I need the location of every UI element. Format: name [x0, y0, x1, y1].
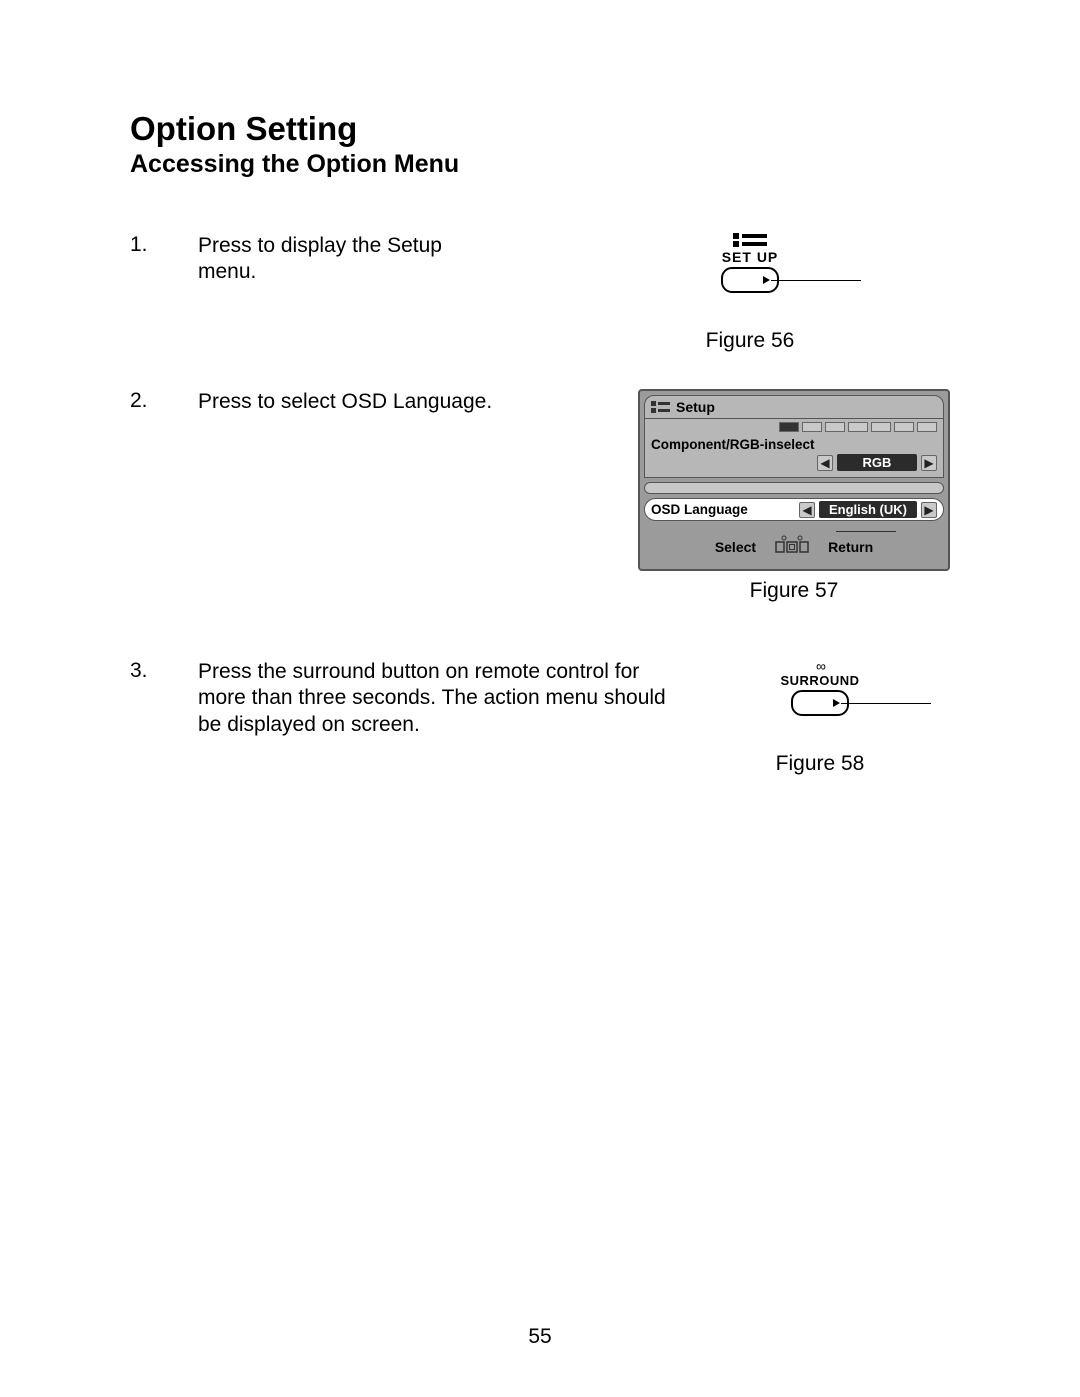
list-item: 1. Press to display the Setup menu.: [130, 233, 550, 286]
osd-row-component: Component/RGB-inselect ◀ RGB ▶: [644, 434, 944, 478]
page-number: 55: [528, 1325, 551, 1349]
chevron-right-icon: ▶: [921, 502, 937, 518]
osd-setup-panel: Setup Component/RGB-inselect ◀ RGB: [638, 389, 950, 571]
osd-header: Setup: [644, 395, 944, 419]
list-icon: [733, 233, 767, 247]
osd-tab: [917, 422, 937, 432]
list-icon: [651, 401, 670, 413]
osd-row-label: Component/RGB-inselect: [651, 437, 937, 452]
osd-nav-return-label: Return: [828, 539, 873, 555]
figure-caption: Figure 58: [690, 752, 950, 776]
dpad-icon: [770, 531, 814, 563]
osd-nav-hint: Select Return: [644, 525, 944, 565]
osd-row-value: RGB: [837, 454, 917, 471]
osd-tab-strip: [644, 419, 944, 434]
osd-tab: [848, 422, 868, 432]
osd-row-label: OSD Language: [651, 502, 748, 517]
step-text: Press the surround button on remote cont…: [198, 659, 678, 738]
osd-row-value: English (UK): [819, 501, 917, 518]
setup-button-label: SET UP: [721, 249, 779, 265]
step-number: 3.: [130, 659, 198, 683]
figure-caption: Figure 56: [550, 329, 950, 353]
step-number: 2.: [130, 389, 198, 413]
step-text: Press to display the Setup menu.: [198, 233, 488, 286]
chevron-left-icon: ◀: [817, 455, 833, 471]
chevron-right-icon: ▶: [921, 455, 937, 471]
osd-tab: [779, 422, 799, 432]
osd-tab: [894, 422, 914, 432]
osd-header-title: Setup: [676, 399, 715, 415]
infinity-icon: ∞: [780, 659, 859, 673]
figure-caption: Figure 57: [638, 579, 950, 603]
list-item: 2. Press to select OSD Language.: [130, 389, 550, 415]
osd-nav-select-label: Select: [715, 539, 756, 555]
page-title: Option Setting: [130, 110, 950, 148]
step-text: Press to select OSD Language.: [198, 389, 492, 415]
list-item: 3. Press the surround button on remote c…: [130, 659, 690, 738]
page-subtitle: Accessing the Option Menu: [130, 150, 950, 179]
osd-row-language: OSD Language ◀ English (UK) ▶: [644, 498, 944, 521]
surround-button-figure: ∞ SURROUND: [780, 659, 859, 716]
osd-tab: [802, 422, 822, 432]
osd-tab: [825, 422, 845, 432]
setup-button-figure: SET UP: [721, 233, 779, 293]
surround-button-label: SURROUND: [780, 673, 859, 688]
osd-tab: [871, 422, 891, 432]
chevron-left-icon: ◀: [799, 502, 815, 518]
step-number: 1.: [130, 233, 198, 257]
osd-spacer: [644, 482, 944, 494]
